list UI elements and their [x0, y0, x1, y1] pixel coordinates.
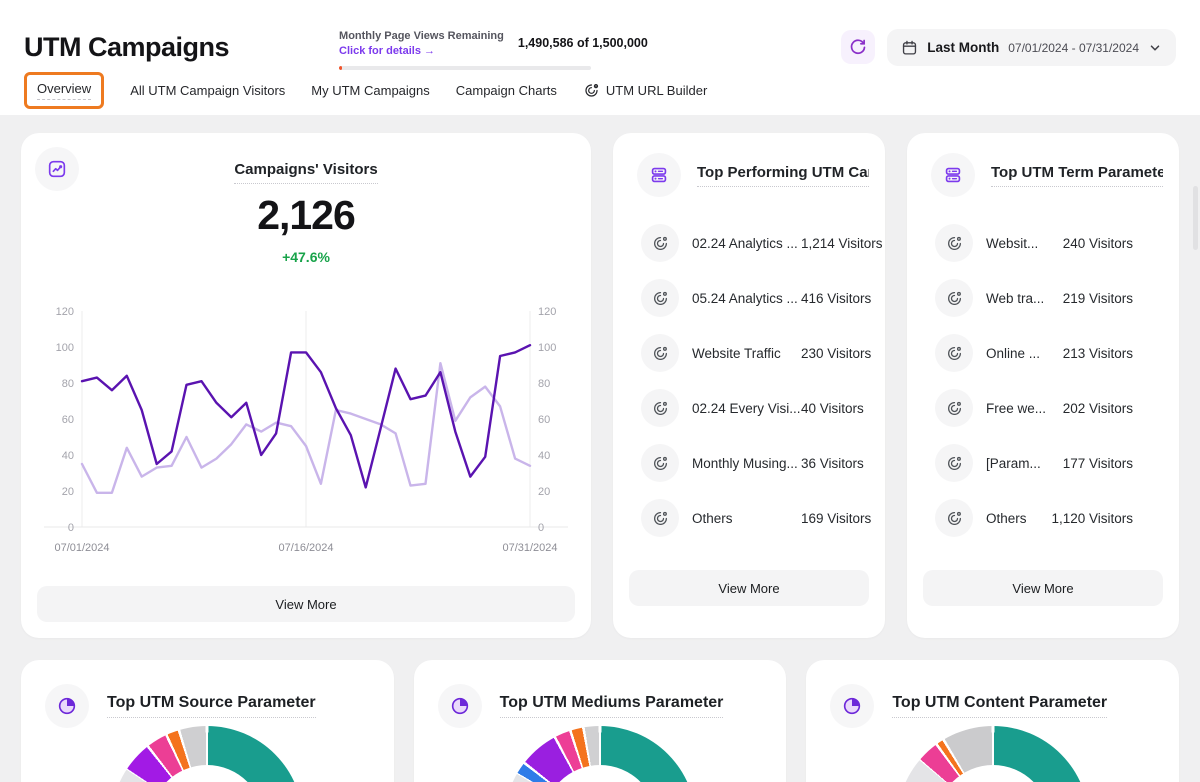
list-item[interactable]: Website Traffic230 Visitors	[613, 333, 885, 373]
utm-campaigns-dashboard: UTM Campaigns Monthly Page Views Remaini…	[0, 0, 1200, 782]
pie-chart-icon	[438, 684, 482, 728]
top-utm-content-card: Top UTM Content Parameter	[806, 660, 1179, 782]
view-more-button[interactable]: View More	[629, 570, 869, 606]
page-scrollbar[interactable]	[1193, 186, 1198, 250]
donut-hole	[150, 765, 264, 782]
list-item[interactable]: Free we...202 Visitors	[907, 388, 1179, 428]
donut-hole	[543, 765, 657, 782]
visitors-total: 2,126	[21, 192, 591, 239]
utm-spiral-icon	[935, 334, 973, 372]
list-item[interactable]: Websit...240 Visitors	[907, 223, 1179, 263]
refresh-icon	[849, 38, 867, 56]
svg-text:07/01/2024: 07/01/2024	[54, 542, 109, 554]
chevron-down-icon	[1148, 41, 1162, 55]
topbar: UTM Campaigns Monthly Page Views Remaini…	[0, 0, 1200, 70]
list-rows-icon	[637, 153, 681, 197]
list-item[interactable]: Web tra...219 Visitors	[907, 278, 1179, 318]
list-item[interactable]: [Param...177 Visitors	[907, 443, 1179, 483]
top-utm-source-card: Top UTM Source Parameter	[21, 660, 394, 782]
utm-spiral-icon	[641, 499, 679, 537]
tab-overview[interactable]: Overview	[37, 81, 91, 100]
list-item[interactable]: 02.24 Every Visi...40 Visitors	[613, 388, 885, 428]
quota-label: Monthly Page Views Remaining	[339, 30, 504, 42]
utm-spiral-icon	[935, 279, 973, 317]
visitors-line-chart: 0 0 20 20 40 40 60 60 80 80 100 100 120 120 07/01/2024…	[36, 299, 576, 561]
utm-spiral-icon	[935, 499, 973, 537]
quota-progress-fill	[339, 66, 342, 70]
utm-spiral-icon	[641, 389, 679, 427]
active-tab-highlight: Overview	[24, 72, 104, 109]
svg-text:20: 20	[62, 486, 74, 498]
list-item[interactable]: 05.24 Analytics ...416 Visitors	[613, 278, 885, 318]
date-preset-label: Last Month	[927, 40, 999, 55]
page-title: UTM Campaigns	[24, 32, 229, 63]
top-utm-term-card: Top UTM Term Parameter Websit...240 Visi…	[907, 133, 1179, 638]
utm-spiral-icon	[641, 224, 679, 262]
svg-text:120: 120	[56, 306, 74, 318]
utm-spiral-icon	[935, 389, 973, 427]
view-more-button[interactable]: View More	[923, 570, 1163, 606]
list-item[interactable]: Monthly Musing...36 Visitors	[613, 443, 885, 483]
list-rows-icon	[931, 153, 975, 197]
source-donut-chart	[111, 726, 303, 782]
quota-details-link[interactable]: Click for details →	[339, 45, 504, 57]
svg-text:20: 20	[538, 486, 550, 498]
campaigns-visitors-card: Campaigns' Visitors 2,126 +47.6% 0 0 20 20 4…	[21, 133, 591, 638]
card-title: Top UTM Content Parameter	[892, 694, 1107, 718]
quota-usage: 1,490,586 of 1,500,000	[518, 36, 648, 50]
svg-text:100: 100	[56, 342, 74, 354]
tab-my-utm-campaigns[interactable]: My UTM Campaigns	[311, 83, 429, 98]
date-range-picker[interactable]: Last Month 07/01/2024 - 07/31/2024	[887, 29, 1176, 66]
tab-utm-url-builder[interactable]: UTM URL Builder	[583, 82, 707, 99]
quota-progress-bar	[339, 66, 591, 70]
utm-spiral-icon	[641, 444, 679, 482]
top-utm-mediums-card: Top UTM Mediums Parameter	[414, 660, 787, 782]
svg-text:60: 60	[62, 414, 74, 426]
card-title: Campaigns' Visitors	[234, 161, 377, 184]
card-title: Top Performing UTM Camp...	[697, 164, 869, 187]
svg-text:40: 40	[62, 450, 74, 462]
svg-text:07/16/2024: 07/16/2024	[278, 542, 333, 554]
card-title: Top UTM Mediums Parameter	[500, 694, 724, 718]
list-item[interactable]: Others1,120 Visitors	[907, 498, 1179, 538]
list-item[interactable]: 02.24 Analytics ...1,214 Visitors	[613, 223, 885, 263]
svg-text:120: 120	[538, 306, 556, 318]
svg-text:0: 0	[538, 522, 544, 534]
pie-chart-icon	[45, 684, 89, 728]
list-item[interactable]: Others169 Visitors	[613, 498, 885, 538]
utm-spiral-icon	[641, 279, 679, 317]
tab-campaign-charts[interactable]: Campaign Charts	[456, 83, 557, 98]
trend-chart-icon	[35, 147, 79, 191]
card-title: Top UTM Term Parameter	[991, 164, 1163, 187]
svg-text:80: 80	[62, 378, 74, 390]
list-item[interactable]: Online ...213 Visitors	[907, 333, 1179, 373]
date-range-value: 07/01/2024 - 07/31/2024	[1008, 41, 1139, 55]
dashboard-content: Campaigns' Visitors 2,126 +47.6% 0 0 20 20 4…	[0, 115, 1200, 782]
svg-text:60: 60	[538, 414, 550, 426]
svg-text:0: 0	[68, 522, 74, 534]
donut-hole	[936, 765, 1050, 782]
svg-text:40: 40	[538, 450, 550, 462]
tab-bar: Overview All UTM Campaign Visitors My UT…	[0, 70, 1200, 115]
svg-text:100: 100	[538, 342, 556, 354]
content-donut-chart	[897, 726, 1089, 782]
card-title: Top UTM Source Parameter	[107, 694, 316, 718]
utm-builder-icon	[583, 82, 600, 99]
mediums-donut-chart	[504, 726, 696, 782]
tab-all-utm-campaign-visitors[interactable]: All UTM Campaign Visitors	[130, 83, 285, 98]
view-more-button[interactable]: View More	[37, 586, 575, 622]
top-performing-campaigns-card: Top Performing UTM Camp... 02.24 Analyti…	[613, 133, 885, 638]
visitors-delta: +47.6%	[21, 249, 591, 265]
refresh-button[interactable]	[841, 30, 875, 64]
svg-text:07/31/2024: 07/31/2024	[502, 542, 557, 554]
utm-spiral-icon	[641, 334, 679, 372]
campaign-list: 02.24 Analytics ...1,214 Visitors 05.24 …	[613, 223, 885, 553]
pie-chart-icon	[830, 684, 874, 728]
svg-text:80: 80	[538, 378, 550, 390]
utm-spiral-icon	[935, 224, 973, 262]
utm-spiral-icon	[935, 444, 973, 482]
page-views-quota: Monthly Page Views Remaining Click for d…	[339, 30, 591, 70]
term-list: Websit...240 Visitors Web tra...219 Visi…	[907, 223, 1179, 553]
calendar-icon	[901, 39, 918, 56]
